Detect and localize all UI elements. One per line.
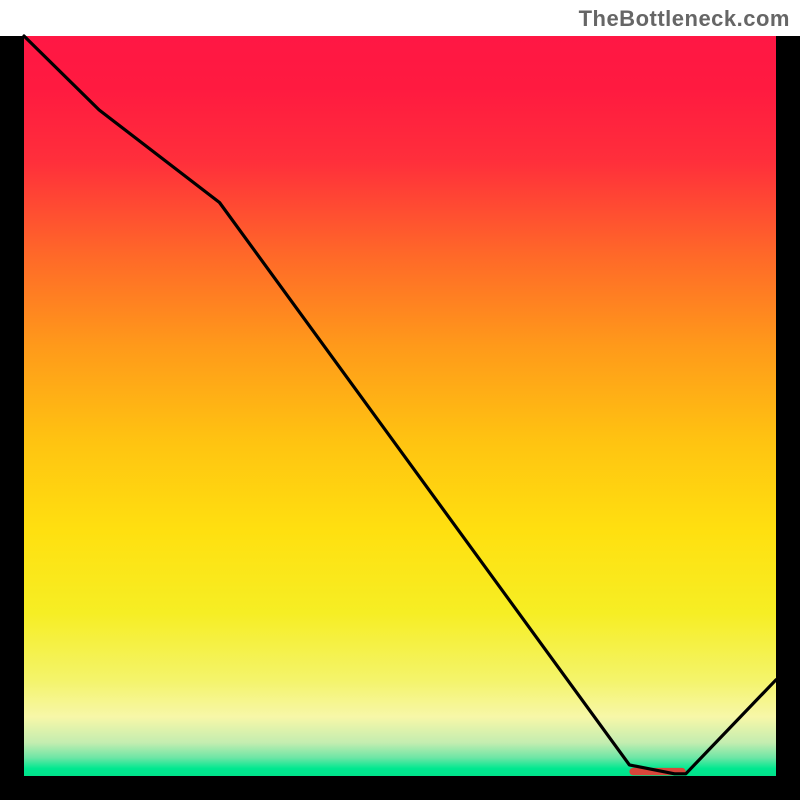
axis-bottom-band: [0, 776, 800, 800]
watermark-label: TheBottleneck.com: [579, 6, 790, 32]
axis-right-band: [776, 36, 800, 800]
gradient-background: [24, 36, 776, 776]
chart-container: TheBottleneck.com: [0, 0, 800, 800]
axis-left-band: [0, 36, 24, 800]
chart-canvas: [0, 0, 800, 800]
